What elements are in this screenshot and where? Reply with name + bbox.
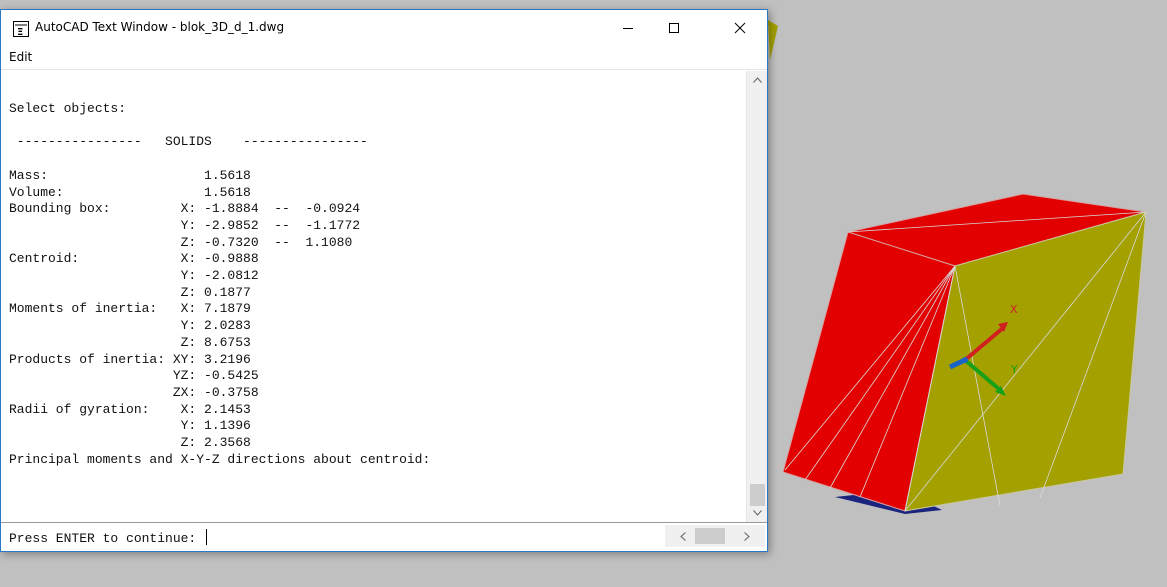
- output-line: Z: 8.6753: [9, 334, 251, 350]
- title-bar[interactable]: Ξ AutoCAD Text Window - blok_3D_d_1.dwg: [1, 10, 767, 46]
- output-line: Y: -2.0812: [9, 268, 259, 283]
- chevron-left-icon: [680, 531, 686, 541]
- output-line: ---------------- SOLIDS ----------------: [9, 134, 368, 150]
- chevron-down-icon: [753, 510, 762, 516]
- output-line: Y: 2.0283: [9, 318, 251, 334]
- horizontal-scrollbar[interactable]: [665, 525, 765, 547]
- output-line: Centroid: X: -0.9888: [9, 251, 259, 267]
- window-title: AutoCAD Text Window - blok_3D_d_1.dwg: [35, 20, 285, 34]
- output-line: Z: 2.3568: [9, 435, 251, 450]
- output-line: YZ: -0.5425: [9, 368, 259, 384]
- output-line: Volume: 1.5618: [9, 184, 251, 200]
- output-line: Select objects:: [9, 101, 127, 116]
- output-line: ZX: -0.3758: [9, 384, 259, 400]
- svg-text:Ξ: Ξ: [17, 27, 23, 37]
- output-line: Mass: 1.5618: [9, 167, 251, 183]
- output-line: Y: -2.9852 -- -1.1772: [9, 217, 361, 233]
- maximize-button[interactable]: [651, 10, 697, 46]
- output-line: Y: 1.1396: [9, 418, 251, 434]
- maximize-icon: [669, 23, 679, 33]
- command-line[interactable]: Press ENTER to continue:: [1, 522, 767, 551]
- text-window: Ξ AutoCAD Text Window - blok_3D_d_1.dwg …: [0, 9, 768, 552]
- scroll-right-button[interactable]: [737, 525, 757, 547]
- vertical-scrollbar[interactable]: [746, 71, 767, 522]
- menu-bar: Edit: [1, 46, 767, 70]
- close-button[interactable]: [717, 10, 763, 46]
- ucs-y-label: Y: [1010, 363, 1018, 376]
- scroll-up-button[interactable]: [747, 71, 768, 89]
- vertical-scroll-thumb[interactable]: [750, 484, 765, 506]
- command-history[interactable]: Select objects: ---------------- SOLIDS …: [1, 71, 746, 522]
- output-line: Bounding box: X: -1.8884 -- -0.0924: [9, 201, 361, 217]
- minimize-button[interactable]: [605, 10, 651, 46]
- close-icon: [734, 22, 746, 34]
- output-line: Products of inertia: XY: 3.2196: [9, 351, 251, 367]
- horizontal-scroll-thumb[interactable]: [695, 528, 725, 544]
- autocad-app-icon[interactable]: Ξ: [13, 21, 29, 38]
- ucs-x-label: X: [1010, 303, 1018, 316]
- output-line: Principal moments and X-Y-Z directions a…: [9, 451, 431, 467]
- chevron-right-icon: [744, 531, 750, 541]
- output-line: Radii of gyration: X: 2.1453: [9, 401, 251, 417]
- minimize-icon: [623, 28, 633, 29]
- output-line: Z: 0.1877: [9, 284, 251, 300]
- output-line: Moments of inertia: X: 7.1879: [9, 301, 251, 317]
- scroll-left-button[interactable]: [673, 525, 693, 547]
- menu-edit[interactable]: Edit: [9, 50, 32, 64]
- command-prompt[interactable]: Press ENTER to continue:: [9, 529, 208, 546]
- chevron-up-icon: [753, 77, 762, 83]
- output-line: Z: -0.7320 -- 1.1080: [9, 234, 353, 250]
- solid-edge-fragment: [768, 20, 778, 60]
- text-caret: [206, 529, 208, 545]
- scroll-down-button[interactable]: [747, 504, 768, 522]
- command-prompt-text: Press ENTER to continue:: [9, 531, 205, 546]
